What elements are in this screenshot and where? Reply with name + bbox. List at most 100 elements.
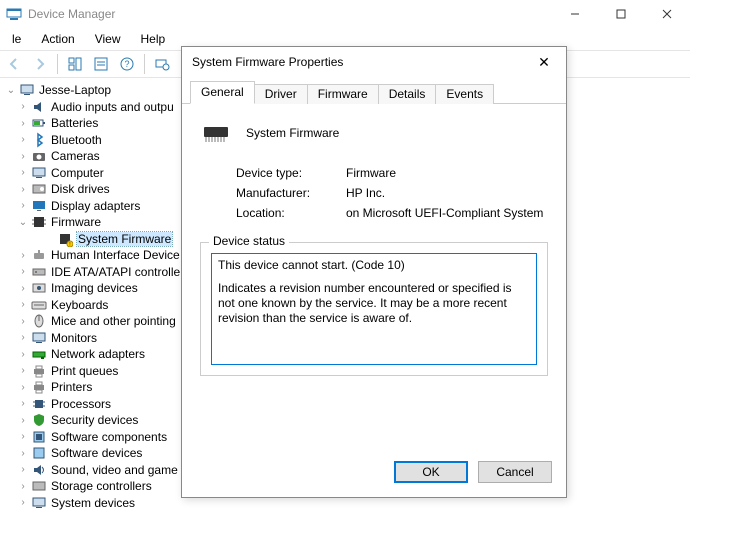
tab-events[interactable]: Events [435, 84, 494, 104]
category-icon [31, 264, 47, 280]
tree-node-label: Firmware [51, 215, 101, 229]
tab-driver[interactable]: Driver [254, 84, 308, 104]
menu-action[interactable]: Action [31, 30, 84, 48]
dialog-tabs: General Driver Firmware Details Events [182, 77, 566, 104]
properties-dialog: System Firmware Properties ✕ General Dri… [181, 46, 567, 498]
dialog-buttons: OK Cancel [182, 451, 566, 497]
expand-icon[interactable]: › [16, 316, 30, 327]
dialog-title: System Firmware Properties [192, 55, 343, 69]
expand-icon[interactable]: › [16, 167, 30, 178]
tree-node-label: Sound, video and game [51, 463, 178, 477]
device-status-textbox[interactable]: This device cannot start. (Code 10) Indi… [211, 253, 537, 365]
tree-node-label: Security devices [51, 413, 138, 427]
back-button[interactable] [2, 53, 26, 75]
category-icon [31, 445, 47, 461]
computer-icon [19, 82, 35, 98]
category-icon [31, 99, 47, 115]
dialog-titlebar[interactable]: System Firmware Properties ✕ [182, 47, 566, 77]
tree-root-label: Jesse-Laptop [39, 83, 111, 97]
firmware-warning-icon: ! [57, 231, 73, 247]
tree-node-label: Print queues [51, 364, 118, 378]
category-icon [31, 247, 47, 263]
tree-node-label: Keyboards [51, 298, 108, 312]
expand-icon[interactable]: › [16, 382, 30, 393]
tree-node-label: Display adapters [51, 199, 140, 213]
tree-node-label: Network adapters [51, 347, 145, 361]
category-icon [31, 412, 47, 428]
toolbar-separator [57, 54, 58, 74]
label-location: Location: [236, 206, 346, 220]
category-icon [31, 379, 47, 395]
expand-icon[interactable]: › [16, 250, 30, 261]
properties-toolbar-button[interactable] [89, 53, 113, 75]
forward-button[interactable] [28, 53, 52, 75]
expand-icon[interactable]: › [16, 497, 30, 508]
tab-firmware[interactable]: Firmware [307, 84, 379, 104]
tab-general[interactable]: General [190, 81, 255, 104]
tab-details[interactable]: Details [378, 84, 437, 104]
svg-text:!: ! [69, 242, 70, 247]
expand-icon[interactable]: › [16, 365, 30, 376]
status-line-1: This device cannot start. (Code 10) [218, 258, 530, 273]
toolbar-separator [144, 54, 145, 74]
collapse-icon[interactable]: ⌄ [4, 85, 18, 96]
expand-icon[interactable]: › [16, 101, 30, 112]
menu-help[interactable]: Help [131, 30, 176, 48]
expand-icon[interactable]: › [16, 464, 30, 475]
expand-icon[interactable]: › [16, 283, 30, 294]
device-status-legend: Device status [209, 234, 289, 248]
category-icon [31, 478, 47, 494]
expand-icon[interactable]: › [16, 481, 30, 492]
expand-icon[interactable]: › [16, 398, 30, 409]
expand-icon[interactable]: › [16, 184, 30, 195]
category-icon [31, 429, 47, 445]
status-line-2: Indicates a revision number encountered … [218, 281, 530, 326]
value-location: on Microsoft UEFI-Compliant System [346, 206, 543, 220]
menu-view[interactable]: View [85, 30, 131, 48]
category-icon [31, 363, 47, 379]
show-hide-tree-button[interactable] [63, 53, 87, 75]
category-icon [31, 495, 47, 511]
tree-node-label: Monitors [51, 331, 97, 345]
close-button[interactable] [644, 0, 690, 28]
device-header: System Firmware [200, 122, 548, 144]
help-toolbar-button[interactable]: ? [115, 53, 139, 75]
row-device-type: Device type: Firmware [236, 166, 548, 180]
expand-icon[interactable]: › [16, 134, 30, 145]
category-icon [31, 198, 47, 214]
dialog-close-button[interactable]: ✕ [522, 47, 566, 77]
tree-node-label: Processors [51, 397, 111, 411]
ok-button[interactable]: OK [394, 461, 468, 483]
expand-icon[interactable]: › [16, 431, 30, 442]
scan-hardware-button[interactable] [150, 53, 174, 75]
expand-icon[interactable]: › [16, 448, 30, 459]
menu-file[interactable]: le [2, 30, 31, 48]
expand-icon[interactable]: › [16, 118, 30, 129]
maximize-button[interactable] [598, 0, 644, 28]
expand-icon[interactable]: › [16, 415, 30, 426]
expand-icon[interactable]: › [16, 266, 30, 277]
expand-icon[interactable]: › [16, 332, 30, 343]
expand-icon[interactable]: › [16, 200, 30, 211]
spacer [218, 273, 530, 281]
tree-node-label: IDE ATA/ATAPI controlle [51, 265, 180, 279]
tree-node-label: Computer [51, 166, 104, 180]
category-icon [31, 346, 47, 362]
expand-icon[interactable]: › [16, 299, 30, 310]
minimize-button[interactable] [552, 0, 598, 28]
tree-node-label: Software components [51, 430, 167, 444]
tree-node-label: Audio inputs and outpu [51, 100, 174, 114]
tree-node-label: Disk drives [51, 182, 110, 196]
chip-icon [200, 122, 232, 144]
tree-node-label: Mice and other pointing [51, 314, 176, 328]
tree-node-label: System devices [51, 496, 135, 510]
category-icon [31, 297, 47, 313]
category-icon [31, 214, 47, 230]
tree-node-label: Batteries [51, 116, 98, 130]
category-icon [31, 165, 47, 181]
collapse-icon[interactable]: ⌄ [16, 217, 30, 228]
expand-icon[interactable]: › [16, 349, 30, 360]
cancel-button[interactable]: Cancel [478, 461, 552, 483]
expand-icon[interactable]: › [16, 151, 30, 162]
device-manager-icon [6, 6, 22, 22]
